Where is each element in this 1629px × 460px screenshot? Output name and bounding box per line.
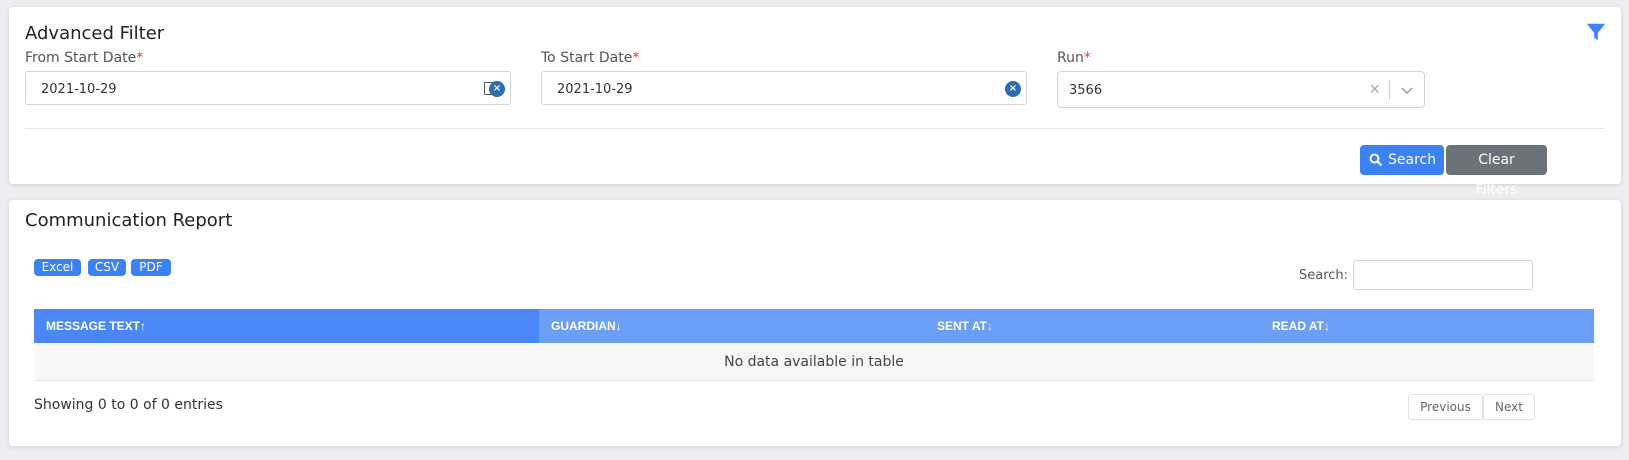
sort-asc-icon: ↑ [140, 319, 147, 333]
clear-icon[interactable]: × [489, 81, 505, 97]
clear-selection-icon[interactable]: × [1369, 79, 1380, 100]
next-page-button[interactable]: Next [1483, 394, 1535, 420]
export-csv-button[interactable]: CSV [88, 259, 126, 276]
to-start-date-input[interactable]: 2021-10-29 × [541, 71, 1027, 105]
report-title: Communication Report [25, 210, 233, 231]
filter-divider [25, 128, 1605, 129]
search-button[interactable]: Search [1360, 145, 1444, 175]
table-header: MESSAGE TEXT↑ GUARDIAN↓ SENT AT↓ READ AT… [34, 309, 1594, 343]
search-button-label: Search [1388, 152, 1437, 168]
select-separator [1389, 80, 1390, 100]
sort-desc-icon: ↓ [615, 319, 622, 333]
sort-desc-icon: ↓ [987, 319, 993, 333]
run-select[interactable]: 3566 × [1057, 71, 1425, 108]
to-start-date-label: To Start Date* [541, 50, 640, 66]
to-start-date-value: 2021-10-29 [557, 82, 633, 97]
from-start-date-input[interactable]: 2021-10-29 × [25, 71, 511, 105]
column-header-message-text[interactable]: MESSAGE TEXT↑ [34, 309, 539, 343]
advanced-filter-card: Advanced Filter From Start Date* 2021-10… [9, 7, 1621, 198]
chevron-down-icon[interactable] [1400, 83, 1414, 97]
column-header-read-at[interactable]: READ AT↓ [1260, 309, 1594, 343]
column-header-sent-at[interactable]: SENT AT↓ [925, 309, 1260, 343]
from-start-date-value: 2021-10-29 [41, 82, 117, 97]
run-label: Run* [1057, 50, 1091, 66]
sort-desc-icon: ↓ [1324, 319, 1330, 333]
clear-icon[interactable]: × [1005, 81, 1021, 97]
filter-title: Advanced Filter [25, 23, 165, 44]
previous-page-button[interactable]: Previous [1408, 394, 1483, 420]
table-info: Showing 0 to 0 of 0 entries [34, 397, 223, 413]
empty-table-row: No data available in table [34, 343, 1594, 381]
table-search-label: Search: [1299, 268, 1349, 283]
filter-icon[interactable] [1585, 21, 1607, 43]
table-search-input[interactable] [1353, 260, 1533, 290]
export-pdf-button[interactable]: PDF [131, 259, 171, 276]
column-header-guardian[interactable]: GUARDIAN↓ [539, 309, 925, 343]
clear-filters-button[interactable]: Clear Filters [1446, 145, 1547, 198]
search-icon [1369, 153, 1383, 167]
run-select-value: 3566 [1069, 83, 1103, 98]
export-excel-button[interactable]: Excel [34, 259, 81, 276]
communication-report-card: Communication Report Excel CSV PDF Searc… [9, 200, 1621, 446]
from-start-date-label: From Start Date* [25, 50, 144, 66]
